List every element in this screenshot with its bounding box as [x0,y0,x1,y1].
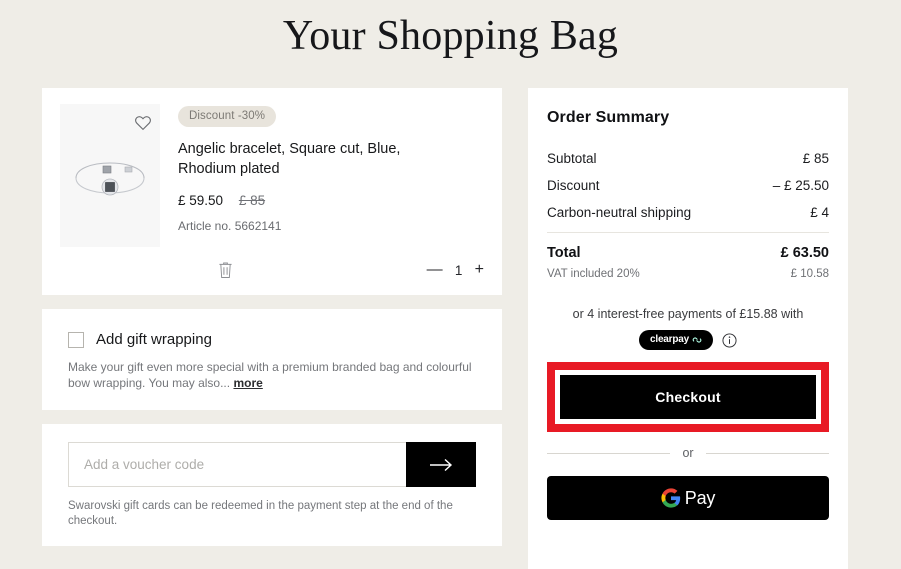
heart-icon[interactable] [134,114,152,132]
gpay-wrapper: Pay [528,476,848,520]
voucher-submit-button[interactable] [406,442,476,487]
gift-wrapping-description-text: Make your gift even more special with a … [68,360,472,390]
divider-rule-left [547,452,671,454]
quantity-increase-button[interactable]: + [475,262,484,278]
summary-value-discount: – £ 25.50 [772,178,829,193]
product-details: Discount -30% Angelic bracelet, Square c… [178,104,484,247]
summary-value-shipping: £ 4 [810,205,829,220]
gift-wrapping-checkbox[interactable] [68,331,84,348]
checkout-button[interactable]: Checkout [560,375,816,419]
cart-layout: Discount -30% Angelic bracelet, Square c… [0,88,901,569]
summary-row-shipping: Carbon-neutral shipping £ 4 [547,205,829,220]
divider-rule-right [705,452,829,454]
voucher-input[interactable] [68,442,406,487]
clearpay-badge[interactable]: clearpay [639,330,713,350]
trash-icon[interactable] [218,261,233,279]
product-row: Discount -30% Angelic bracelet, Square c… [60,104,484,247]
quantity-stepper: — 1 + [427,262,484,278]
clearpay-label: clearpay [650,334,689,345]
product-actions: — 1 + [218,261,484,279]
gift-wrapping-label: Add gift wrapping [96,331,212,348]
product-price-row: £ 59.50 £ 85 [178,193,484,208]
summary-row-subtotal: Subtotal £ 85 [547,151,829,166]
summary-label-subtotal: Subtotal [547,151,597,166]
info-circle-icon[interactable] [722,332,737,348]
or-divider: or [547,446,829,460]
checkout-highlight: Checkout [547,362,829,432]
gift-wrapping-more-link[interactable]: more [233,376,262,390]
summary-row-total: Total £ 63.50 [547,245,829,261]
order-summary-panel: Order Summary Subtotal £ 85 Discount – £… [528,88,848,569]
summary-label-vat: VAT included 20% [547,268,640,280]
order-summary-title: Order Summary [547,109,670,126]
page-title: Your Shopping Bag [282,13,619,59]
or-label: or [682,446,694,460]
clearpay-row: clearpay [547,330,829,350]
gift-wrapping-header[interactable]: Add gift wrapping [68,331,476,348]
google-g-icon [661,488,680,508]
quantity-decrease-button[interactable]: — [427,262,443,278]
product-card: Discount -30% Angelic bracelet, Square c… [42,88,502,295]
summary-value-total: £ 63.50 [780,245,829,261]
summary-label-total: Total [547,245,581,261]
product-price: £ 59.50 [178,193,224,208]
voucher-card: Swarovski gift cards can be redeemed in … [42,424,502,546]
voucher-note: Swarovski gift cards can be redeemed in … [68,500,453,527]
product-price-original: £ 85 [238,193,266,208]
summary-row-vat: VAT included 20% £ 10.58 [547,268,829,280]
installments-text: or 4 interest-free payments of £15.88 wi… [572,307,804,321]
summary-label-shipping: Carbon-neutral shipping [547,205,692,220]
summary-value-vat: £ 10.58 [790,268,829,280]
order-summary-lines: Subtotal £ 85 Discount – £ 25.50 Carbon-… [547,151,829,220]
product-title[interactable]: Angelic bracelet, Square cut, Blue, Rhod… [178,139,436,179]
product-thumbnail[interactable] [60,104,160,247]
gift-wrapping-description: Make your gift even more special with a … [68,359,476,391]
summary-label-discount: Discount [547,178,600,193]
clearpay-logo-icon [692,336,702,343]
arrow-right-icon [430,458,453,471]
summary-divider [547,232,829,233]
google-pay-label: Pay [684,487,716,508]
summary-row-discount: Discount – £ 25.50 [547,178,829,193]
quantity-value: 1 [454,262,463,278]
voucher-row [68,442,476,487]
order-summary-inner: Order Summary Subtotal £ 85 Discount – £… [528,88,848,432]
google-pay-button[interactable]: Pay [547,476,829,520]
discount-badge: Discount -30% [178,106,277,127]
cart-items-column: Discount -30% Angelic bracelet, Square c… [42,88,502,546]
product-article-number: Article no. 5662141 [178,219,282,233]
summary-value-subtotal: £ 85 [802,151,829,166]
gift-wrapping-card: Add gift wrapping Make your gift even mo… [42,309,502,410]
product-image [75,162,145,196]
